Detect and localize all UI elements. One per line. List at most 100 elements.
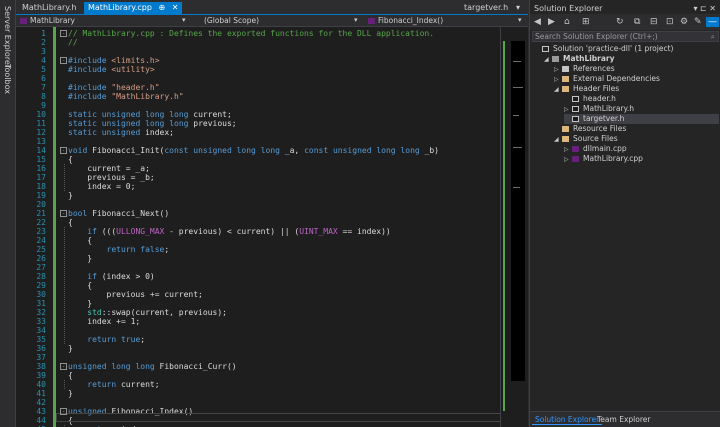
- tab-mathlibrary-cpp[interactable]: MathLibrary.cpp ⊕ ✕: [84, 2, 183, 14]
- switch-views-icon[interactable]: ⊞: [582, 17, 590, 27]
- code-line[interactable]: current = _a;: [68, 164, 150, 173]
- folder-icon: [562, 76, 569, 82]
- wrench-icon[interactable]: ✎: [694, 17, 702, 27]
- code-line[interactable]: #include <utility>: [68, 65, 155, 74]
- toolbox-tab[interactable]: Toolbox: [3, 64, 12, 94]
- code-line[interactable]: if (index > 0): [68, 272, 154, 281]
- code-line[interactable]: previous = _b;: [68, 173, 154, 182]
- solution-explorer-search-input[interactable]: Search Solution Explorer (Ctrl+;) ⌕: [532, 31, 719, 42]
- code-line[interactable]: //: [68, 38, 78, 47]
- minimap-line: [513, 87, 523, 88]
- code-line[interactable]: index = 0;: [68, 182, 135, 191]
- line-number: 10: [36, 110, 46, 119]
- code-line[interactable]: #include "MathLibrary.h": [68, 92, 184, 101]
- tree-item[interactable]: header.h: [564, 94, 719, 104]
- refresh-icon[interactable]: ↻: [616, 17, 624, 27]
- code-line[interactable]: std::swap(current, previous);: [68, 308, 227, 317]
- code-line[interactable]: {: [68, 236, 92, 245]
- tree-item[interactable]: ◢ Source Files: [554, 134, 719, 144]
- code-line[interactable]: }: [68, 299, 92, 308]
- back-icon[interactable]: ◀: [534, 17, 541, 27]
- code-line[interactable]: if (((ULLONG_MAX - previous) < current) …: [68, 227, 390, 236]
- tree-item[interactable]: Resource Files: [554, 124, 719, 134]
- tree-item[interactable]: ◢ Header Files: [554, 84, 719, 94]
- properties-icon[interactable]: ⚙: [680, 17, 688, 27]
- collapse-region-icon[interactable]: -: [60, 210, 67, 217]
- pin-icon[interactable]: ⊕: [159, 3, 166, 12]
- code-line[interactable]: void Fibonacci_Init(const unsigned long …: [68, 146, 439, 155]
- tree-item-label: References: [573, 64, 615, 73]
- chevron-down-icon[interactable]: ▾: [354, 16, 358, 24]
- code-line[interactable]: static unsigned index;: [68, 128, 174, 137]
- chevron-down-icon[interactable]: ▾: [182, 16, 186, 24]
- solution-icon: [542, 46, 549, 52]
- tree-item[interactable]: ▷ dllmain.cpp: [564, 144, 719, 154]
- line-number: 11: [36, 119, 46, 128]
- code-line[interactable]: return current;: [68, 380, 159, 389]
- tree-item[interactable]: ▷ MathLibrary.cpp: [564, 154, 719, 164]
- search-icon[interactable]: ⌕: [711, 32, 715, 41]
- minimap[interactable]: [511, 41, 525, 381]
- tree-item[interactable]: ◢ MathLibrary: [544, 54, 719, 64]
- collapse-region-icon[interactable]: -: [60, 57, 67, 64]
- panel-window-buttons[interactable]: ▾ ⊏ ✕: [693, 4, 716, 13]
- tree-item[interactable]: ▷ MathLibrary.h: [564, 104, 719, 114]
- code-line[interactable]: previous += current;: [68, 290, 203, 299]
- collapse-region-icon[interactable]: -: [60, 408, 67, 415]
- member-dropdown[interactable]: Fibonacci_Index(): [366, 16, 516, 26]
- tab-solution-explorer[interactable]: Solution Explorer: [532, 414, 603, 425]
- collapse-region-icon[interactable]: -: [60, 363, 67, 370]
- tab-mathlibrary-h[interactable]: MathLibrary.h: [18, 2, 80, 14]
- code-line[interactable]: }: [68, 254, 92, 263]
- code-line[interactable]: {: [68, 218, 73, 227]
- sync-icon[interactable]: ⧉: [634, 17, 640, 27]
- project-dropdown[interactable]: MathLibrary: [18, 16, 188, 26]
- close-icon[interactable]: ✕: [172, 3, 179, 12]
- expand-arrow-icon[interactable]: ▷: [564, 155, 572, 165]
- tab-targetver-h[interactable]: targetver.h: [460, 2, 512, 14]
- code-editor[interactable]: 1 2 3 4 5 6 7 8 9 10 11 12 13 14 15 16 17 18 19 20 21 22 23 24 2…: [16, 27, 512, 427]
- code-line[interactable]: static unsigned long long current;: [68, 110, 232, 119]
- chevron-down-icon[interactable]: ▾: [518, 16, 522, 24]
- code-line[interactable]: {: [68, 281, 92, 290]
- collapse-all-icon[interactable]: ⊟: [650, 17, 658, 27]
- tree-item[interactable]: ▷ References: [554, 64, 719, 74]
- tab-label: MathLibrary.h: [22, 3, 77, 12]
- header-file-icon: [572, 106, 579, 112]
- expanded-arrow-icon[interactable]: ◢: [544, 55, 552, 65]
- code-line[interactable]: static unsigned long long previous;: [68, 119, 237, 128]
- tab-list-dropdown-icon[interactable]: ▾: [512, 2, 524, 14]
- expanded-arrow-icon[interactable]: ◢: [554, 135, 562, 145]
- preview-selected-items-icon[interactable]: —: [706, 17, 719, 27]
- code-line[interactable]: unsigned long long Fibonacci_Curr(): [68, 362, 237, 371]
- code-line[interactable]: return false;: [68, 245, 170, 254]
- scope-dropdown[interactable]: (Global Scope): [192, 16, 362, 26]
- tab-team-explorer[interactable]: Team Explorer: [594, 414, 653, 425]
- tree-item-label: targetver.h: [583, 114, 625, 123]
- home-icon[interactable]: ⌂: [564, 17, 570, 27]
- collapse-region-icon[interactable]: -: [60, 30, 67, 37]
- code-line[interactable]: }: [68, 191, 73, 200]
- code-line[interactable]: }: [68, 389, 73, 398]
- code-line[interactable]: index += 1;: [68, 317, 140, 326]
- code-line[interactable]: // MathLibrary.cpp : Defines the exporte…: [68, 29, 434, 38]
- folder-icon: [562, 136, 569, 142]
- expanded-arrow-icon[interactable]: ◢: [554, 85, 562, 95]
- code-line[interactable]: }: [68, 344, 73, 353]
- panel-bottom-tabs: Solution Explorer Team Explorer: [530, 411, 720, 427]
- code-line[interactable]: bool Fibonacci_Next(): [68, 209, 169, 218]
- code-line[interactable]: {: [68, 371, 73, 380]
- tree-item[interactable]: ▷ External Dependencies: [554, 74, 719, 84]
- editor-scrollbar[interactable]: [500, 27, 528, 427]
- collapse-region-icon[interactable]: -: [60, 147, 67, 154]
- show-all-files-icon[interactable]: ⊡: [666, 17, 674, 27]
- tree-item[interactable]: Solution 'practice-dll' (1 project): [534, 44, 719, 54]
- code-line[interactable]: return true;: [68, 335, 145, 344]
- code-line[interactable]: {: [68, 155, 73, 164]
- project-icon: [552, 56, 559, 62]
- code-line[interactable]: #include "header.h": [68, 83, 160, 92]
- server-explorer-tab[interactable]: Server Explorer: [3, 6, 12, 68]
- forward-icon[interactable]: ▶: [548, 17, 555, 27]
- code-line[interactable]: #include <limits.h>: [68, 56, 160, 65]
- tree-item[interactable]: targetver.h: [564, 114, 719, 124]
